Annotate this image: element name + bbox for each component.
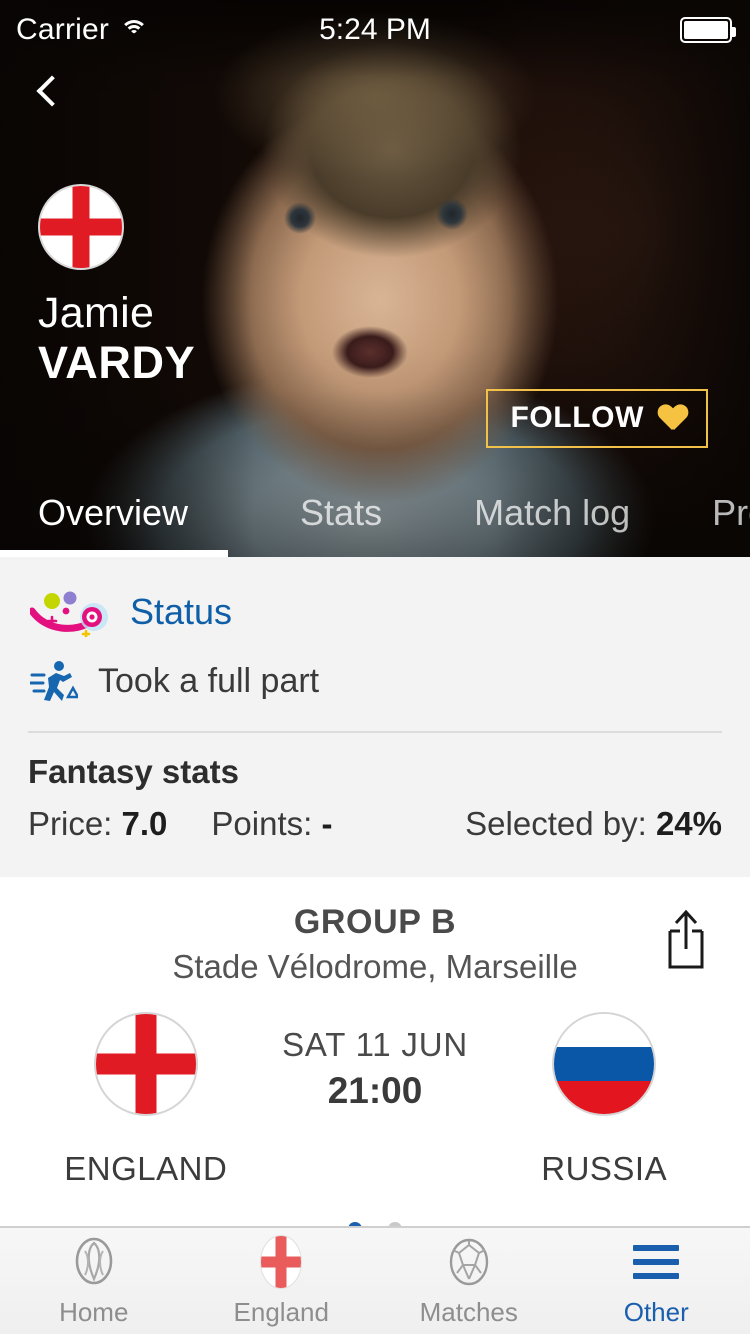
fantasy-stats-row: Price: 7.0 Points: - Selected by: 24% [28, 805, 722, 843]
tab-bar-label-other: Other [623, 1296, 689, 1327]
heart-icon [658, 405, 688, 432]
match-time: 21:00 [327, 1070, 423, 1111]
player-country-flag-badge [38, 184, 124, 270]
player-hero-header: Carrier 5:24 PM Jamie VARDY FOLLOW Overv… [0, 0, 750, 557]
tab-profile[interactable]: Profi [712, 492, 750, 534]
status-header: Status [0, 581, 750, 643]
away-team: RUSSIA [494, 1012, 714, 1188]
tab-bar-label-england: England [233, 1296, 329, 1327]
tab-bar-item-england[interactable]: England [188, 1228, 376, 1334]
match-date: SAT 11 JUN [282, 1026, 468, 1063]
tab-bar-item-other[interactable]: Other [563, 1228, 750, 1334]
player-last-name: VARDY [38, 336, 196, 388]
share-button[interactable] [658, 909, 714, 971]
tab-stats[interactable]: Stats [300, 492, 382, 534]
player-tabs: Overview Stats Match log Profi [0, 469, 750, 557]
status-participation-text: Took a full part [98, 661, 320, 700]
match-teams: ENGLAND SAT 11 JUN 21:00 RUSSIA [0, 1012, 750, 1188]
player-name: Jamie VARDY [38, 289, 196, 388]
football-icon [442, 1235, 496, 1289]
bottom-tab-bar: Home England Matches Other [0, 1226, 750, 1334]
tab-bar-item-matches[interactable]: Matches [375, 1228, 563, 1334]
hamburger-menu-icon [629, 1235, 683, 1289]
fantasy-selected-label: Selected by: [465, 805, 647, 842]
status-title: Status [130, 591, 233, 632]
england-flag-icon [254, 1234, 308, 1289]
russia-flag [552, 1012, 657, 1116]
status-participation-row: Took a full part [0, 643, 750, 705]
match-kickoff: SAT 11 JUN 21:00 [256, 1012, 495, 1112]
share-icon [668, 909, 704, 969]
status-section: Status Took a full part Fantasy stats Pr… [0, 557, 750, 877]
match-venue-label: Stade Vélodrome, Marseille [172, 948, 578, 985]
fantasy-stats-block: Fantasy stats Price: 7.0 Points: - Selec… [0, 733, 750, 877]
status-bar: Carrier 5:24 PM [0, 0, 750, 60]
fantasy-price-value: 7.0 [121, 805, 168, 842]
follow-button-label: FOLLOW [510, 401, 644, 434]
tab-bar-item-home[interactable]: Home [0, 1228, 188, 1334]
euro-swoosh-icon [28, 587, 114, 639]
tab-bar-label-home: Home [59, 1296, 129, 1327]
match-card[interactable]: GROUP B Stade Vélodrome, Marseille ENGLA… [0, 877, 750, 1240]
match-card-header: GROUP B Stade Vélodrome, Marseille [0, 903, 750, 986]
tab-bar-label-matches: Matches [419, 1296, 518, 1327]
trophy-icon [67, 1235, 121, 1289]
fantasy-selected-value: 24% [655, 805, 722, 842]
clock-label: 5:24 PM [319, 13, 431, 46]
battery-icon [680, 17, 736, 43]
tab-overview[interactable]: Overview [38, 492, 188, 534]
back-chevron-icon [36, 75, 68, 107]
player-first-name: Jamie [38, 289, 155, 337]
app-screen: Carrier 5:24 PM Jamie VARDY FOLLOW Overv… [0, 0, 750, 1334]
fantasy-stats-title: Fantasy stats [28, 753, 239, 790]
back-button[interactable] [18, 60, 80, 122]
fantasy-points: Points: - [211, 805, 332, 843]
running-player-icon [28, 657, 81, 705]
status-bar-right [680, 17, 736, 43]
away-team-name: RUSSIA [541, 1150, 668, 1187]
tab-match-log[interactable]: Match log [474, 492, 630, 534]
fantasy-points-value: - [321, 805, 333, 842]
fantasy-price: Price: 7.0 [28, 805, 167, 843]
fantasy-points-label: Points: [211, 805, 313, 842]
match-group-label: GROUP B [293, 903, 457, 941]
fantasy-selected-by: Selected by: 24% [465, 805, 722, 843]
home-team: ENGLAND [36, 1012, 256, 1188]
fantasy-price-label: Price: [28, 805, 113, 842]
home-team-name: ENGLAND [64, 1150, 228, 1187]
follow-button[interactable]: FOLLOW [486, 389, 708, 448]
england-flag [93, 1012, 198, 1116]
